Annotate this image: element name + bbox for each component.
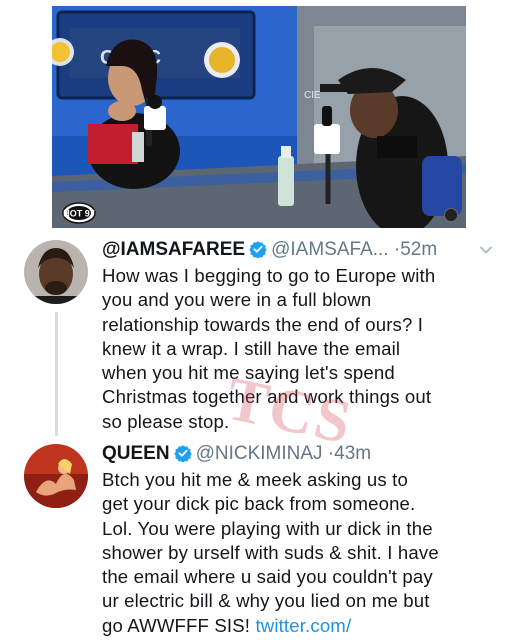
tweet-text-line: knew it a wrap. I still have the email <box>102 337 401 359</box>
avatar[interactable] <box>24 240 88 304</box>
screenshot-root: CMOC <box>0 0 512 640</box>
settings-icon[interactable] <box>444 208 458 222</box>
tweet-timestamp[interactable]: 43m <box>334 443 371 464</box>
hot97-logo-icon: HOT 97 <box>62 202 96 224</box>
verified-badge-icon <box>173 445 192 462</box>
tweet-timestamp[interactable]: 52m <box>400 239 437 260</box>
svg-text:CIE: CIE <box>304 90 321 101</box>
display-name[interactable]: QUEEN <box>102 443 170 464</box>
user-handle[interactable]: @IAMSAFA... <box>271 239 388 260</box>
tweet-nickiminaj[interactable]: QUEEN @NICKIMINAJ ·43m Btch you hit me & … <box>0 436 512 640</box>
tweet-text-line: How was I begging to go to Europe with <box>102 265 436 286</box>
tweet-text-line: Christmas together and work things out <box>102 386 432 408</box>
tweet-safaree[interactable]: @IAMSAFAREE @IAMSAFA... ·52m How was I be… <box>0 232 512 436</box>
tweet-text-line: you and you were in a full blown <box>102 289 372 311</box>
tweet-text-line: get your dick pic back from someone. <box>102 493 416 515</box>
video-frame-image: CMOC <box>52 6 466 228</box>
tweet-text-line: relationship towards the end of ours? I <box>102 313 424 335</box>
profile-photo-icon <box>24 444 88 508</box>
tweet-header: @IAMSAFAREE @IAMSAFA... ·52m <box>102 236 494 264</box>
avatar[interactable] <box>24 444 88 508</box>
tweet-text: How was I begging to go to Europe with y… <box>102 264 498 434</box>
tweet-header: QUEEN @NICKIMINAJ ·43m <box>102 440 494 468</box>
tweet-text-line: when you hit me saying let's spend <box>102 362 395 384</box>
video-thumbnail[interactable]: CMOC <box>52 6 466 228</box>
tweet-link[interactable]: twitter.com/ <box>255 615 351 636</box>
tweet-text-line: shower by urself with suds & shit. I hav… <box>102 541 439 563</box>
tweet-text-line: ur electric bill & why you lied on me bu… <box>102 590 430 612</box>
tweet-text: Btch you hit me & meek asking us to get … <box>102 468 498 638</box>
svg-text:HOT 97: HOT 97 <box>63 209 95 219</box>
profile-photo-icon <box>24 240 88 304</box>
tweet-text-line: so please stop. <box>102 410 230 432</box>
tweet-text-line: Lol. You were playing with ur dick in th… <box>102 517 433 539</box>
tweet-text-last: go AWWFFF SIS! <box>102 614 251 636</box>
tweet-text-line: the email where u said you couldn't pay <box>102 566 433 588</box>
chevron-down-icon[interactable] <box>478 242 494 258</box>
user-handle[interactable]: @NICKIMINAJ <box>196 443 323 464</box>
thread-line <box>55 312 58 436</box>
display-name[interactable]: @IAMSAFAREE <box>102 239 245 260</box>
tweet-text-line: Btch you hit me & meek asking us to <box>102 469 408 490</box>
verified-badge-icon <box>249 241 267 258</box>
tweet-text-line: go AWWFFF SIS! twitter.com/ <box>102 614 498 638</box>
